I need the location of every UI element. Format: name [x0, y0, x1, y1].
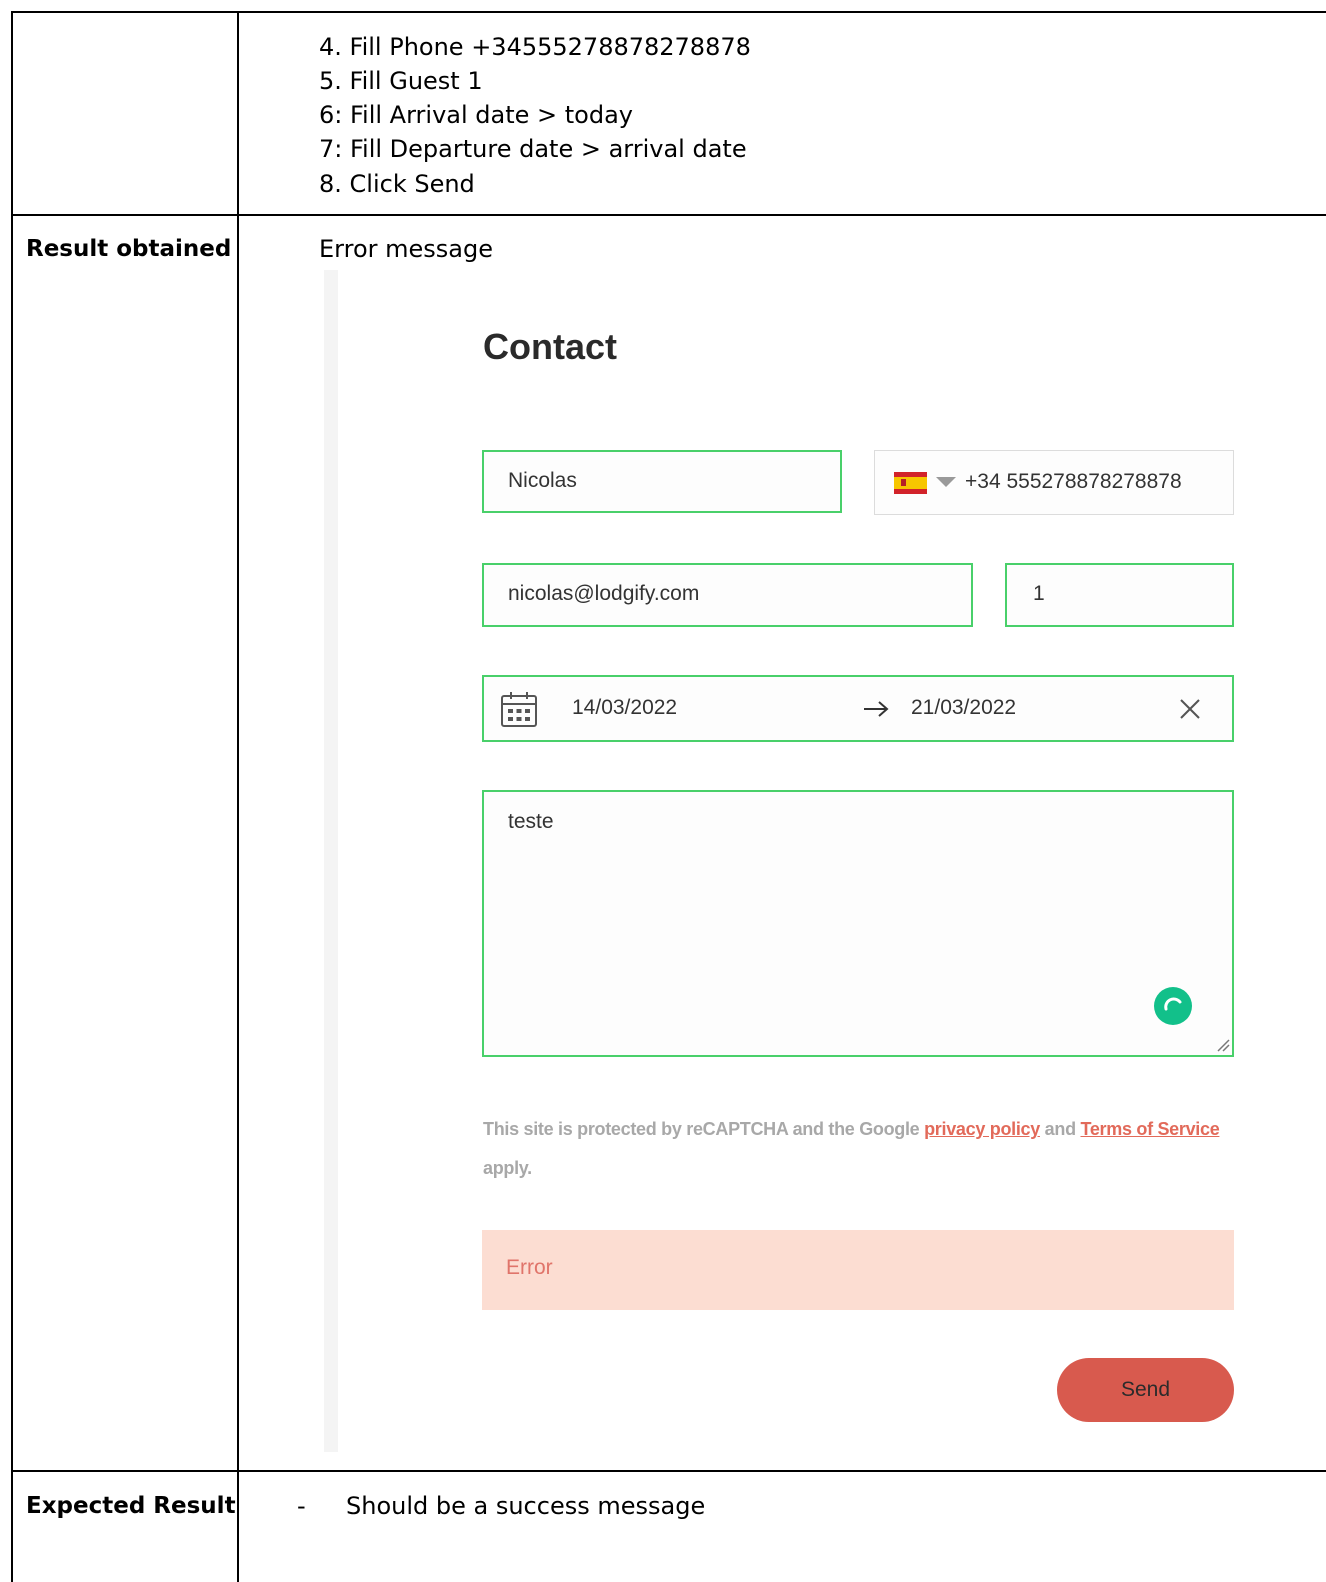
close-icon[interactable] — [1179, 698, 1201, 720]
privacy-policy-link[interactable]: privacy policy — [924, 1119, 1040, 1139]
expected-result-label: Expected Result — [26, 1493, 236, 1519]
arrival-date-value[interactable]: 14/03/2022 — [572, 696, 677, 720]
resize-handle-icon[interactable] — [1216, 1038, 1230, 1052]
calendar-icon[interactable] — [500, 690, 538, 728]
screenshot-scrollbar-strip — [324, 270, 338, 1452]
table-border-left — [11, 11, 13, 1582]
error-message-box: Error — [482, 1230, 1234, 1310]
phone-input[interactable]: +34 555278878278878 — [874, 450, 1234, 515]
step-item: 6: Fill Arrival date > today — [319, 101, 634, 129]
name-input[interactable]: Nicolas — [482, 450, 842, 513]
date-range-picker[interactable]: 14/03/2022 21/03/2022 — [482, 675, 1234, 742]
step-item: 8. Click Send — [319, 170, 475, 198]
recaptcha-notice: This site is protected by reCAPTCHA and … — [483, 1110, 1223, 1188]
step-item: 5. Fill Guest 1 — [319, 67, 483, 95]
recaptcha-middle: and — [1044, 1119, 1076, 1139]
arrow-right-icon — [864, 701, 889, 717]
error-message-text: Error — [506, 1256, 553, 1279]
phone-input-value: +34 555278878278878 — [965, 470, 1182, 493]
message-textarea-value: teste — [508, 810, 554, 833]
guests-input-value: 1 — [1033, 582, 1045, 605]
contact-title: Contact — [483, 326, 617, 367]
table-border-middle — [237, 11, 239, 1582]
message-textarea[interactable]: teste — [482, 790, 1234, 1057]
table-border-row2 — [11, 1470, 1326, 1472]
result-obtained-text: Error message — [319, 235, 493, 263]
recaptcha-prefix: This site is protected by reCAPTCHA and … — [483, 1119, 920, 1139]
grammar-assistant-icon[interactable] — [1154, 987, 1192, 1025]
result-obtained-label: Result obtained — [26, 236, 232, 262]
chevron-down-icon[interactable] — [936, 477, 956, 487]
expected-result-bullet: - — [297, 1492, 306, 1520]
email-input-value: nicolas@lodgify.com — [508, 582, 700, 605]
step-item: 4. Fill Phone +34555278878278878 — [319, 33, 751, 61]
table-border-row1 — [11, 214, 1326, 216]
recaptcha-suffix: apply. — [483, 1158, 532, 1178]
name-input-value: Nicolas — [508, 469, 577, 492]
expected-result-text: Should be a success message — [346, 1492, 706, 1520]
departure-date-value[interactable]: 21/03/2022 — [911, 696, 1016, 720]
terms-of-service-link[interactable]: Terms of Service — [1080, 1119, 1219, 1139]
guests-input[interactable]: 1 — [1005, 563, 1234, 627]
send-button[interactable]: Send — [1057, 1358, 1234, 1422]
email-input[interactable]: nicolas@lodgify.com — [482, 563, 973, 627]
spain-flag-icon[interactable] — [894, 472, 927, 494]
table-border-top — [11, 11, 1326, 13]
step-item: 7: Fill Departure date > arrival date — [319, 135, 747, 163]
